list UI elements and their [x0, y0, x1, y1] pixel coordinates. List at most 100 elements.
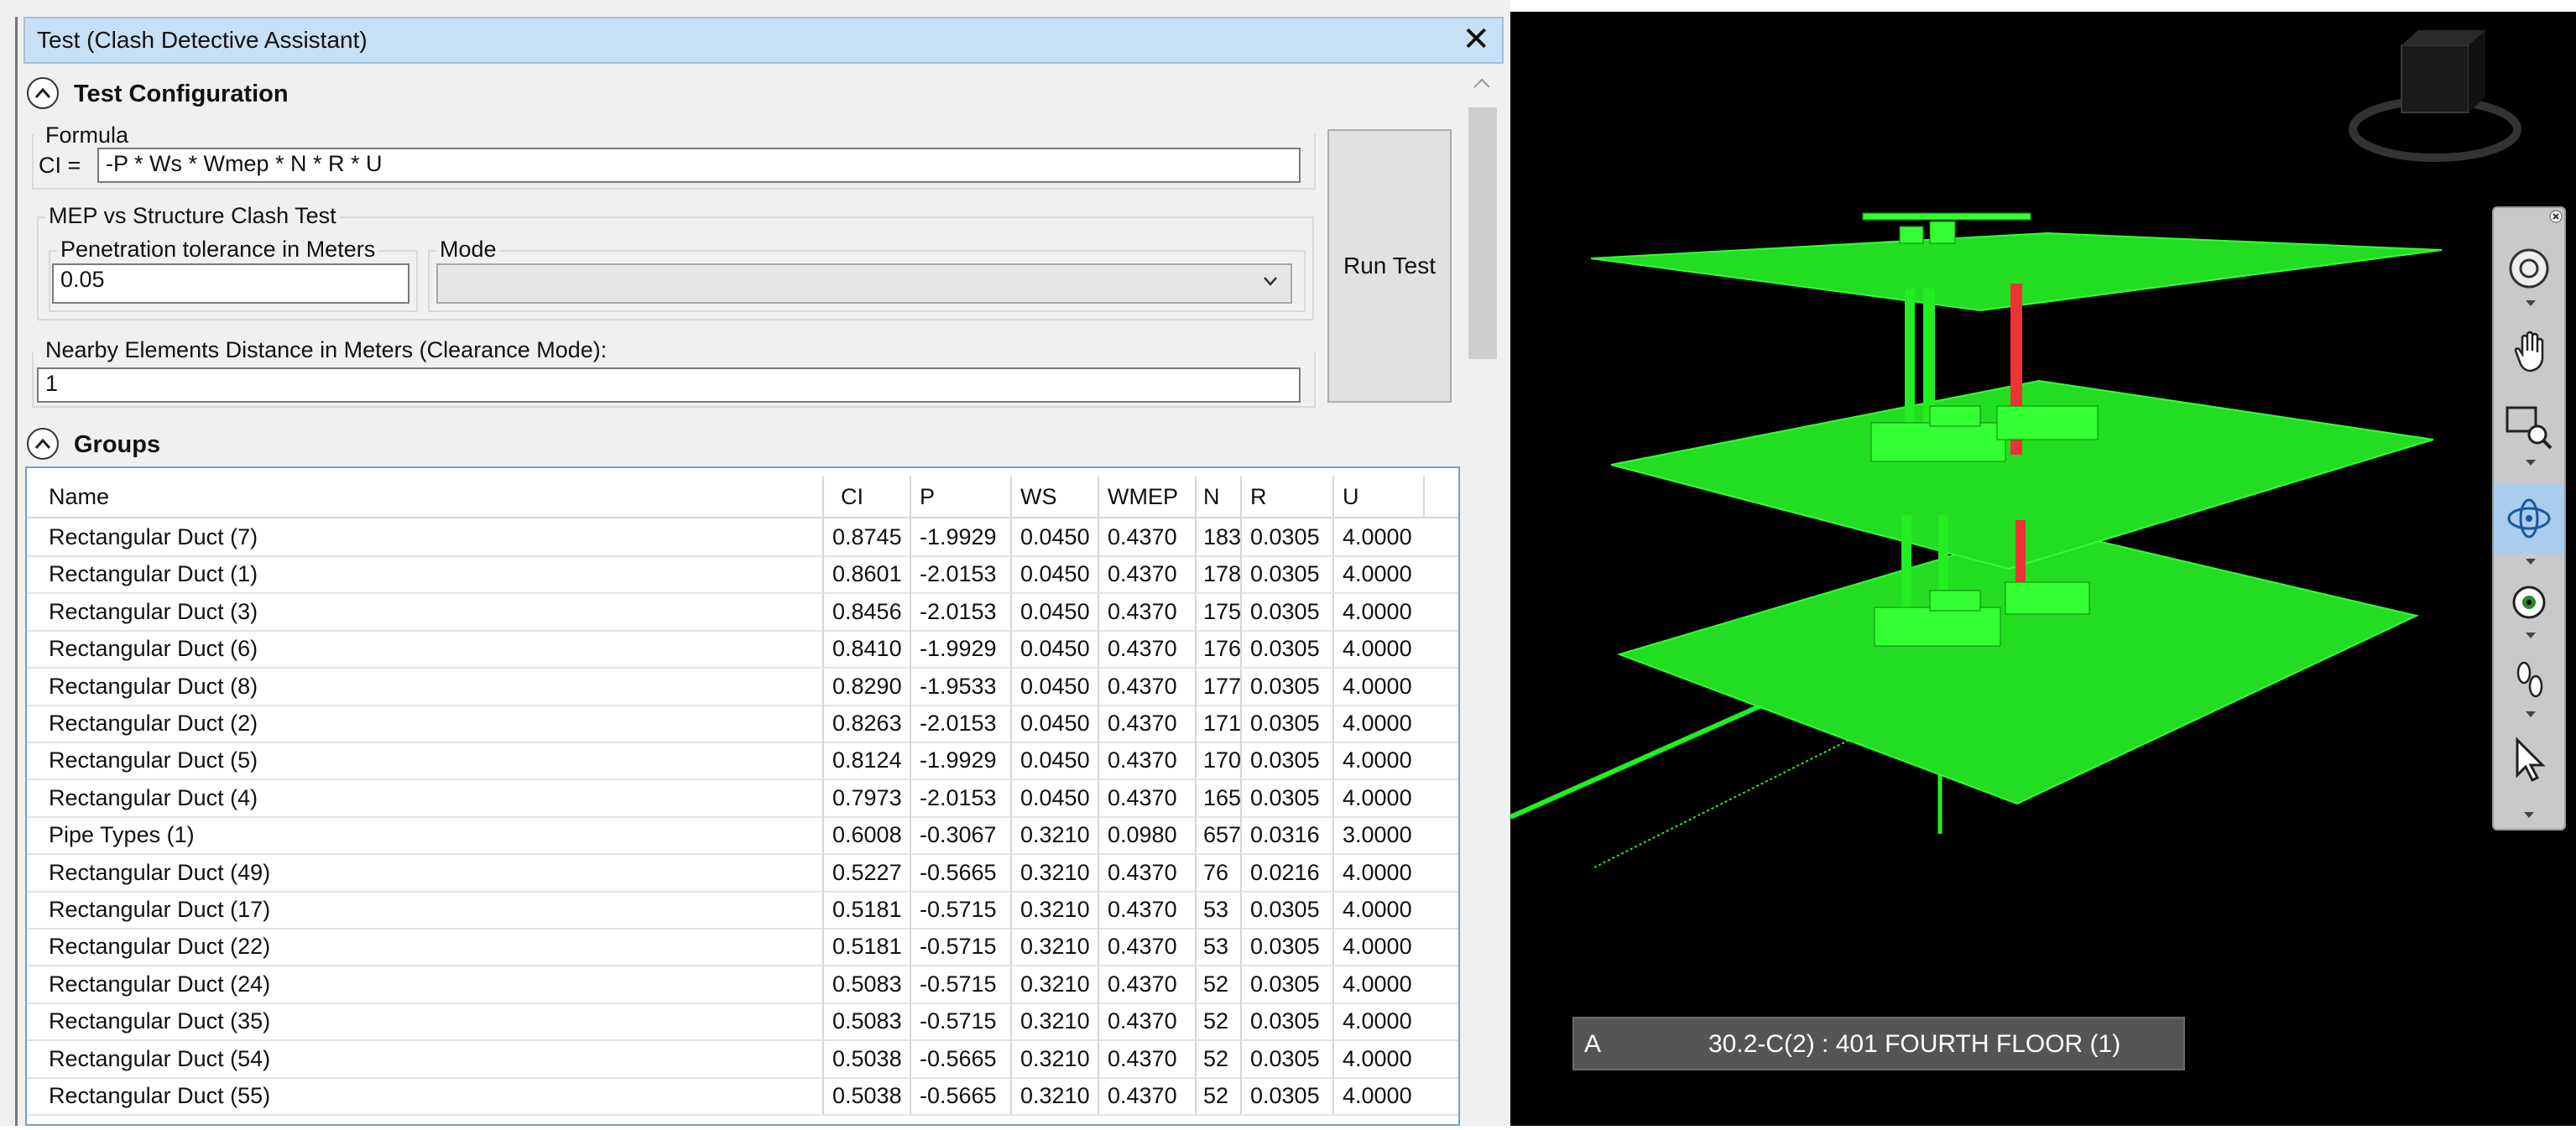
- cell-p: -1.9533: [911, 667, 1012, 705]
- cell-wmep: 0.4370: [1099, 518, 1197, 555]
- col-header-wmep[interactable]: WMEP: [1099, 476, 1197, 517]
- navigation-bar: [2492, 206, 2566, 831]
- table-row[interactable]: Rectangular Duct (22) 0.5181 -0.5715 0.3210…: [27, 928, 1458, 967]
- cell-wmep: 0.4370: [1099, 928, 1197, 966]
- table-row[interactable]: Rectangular Duct (5) 0.8124 -1.9929 0.0450 0…: [27, 742, 1458, 781]
- table-row[interactable]: Rectangular Duct (2) 0.8263 -2.0153 0.0450 0…: [27, 705, 1458, 743]
- tolerance-input[interactable]: 0.05: [52, 263, 409, 304]
- cell-p: -1.9929: [911, 518, 1012, 555]
- window-title: Test (Clash Detective Assistant): [37, 27, 368, 53]
- table-row[interactable]: Rectangular Duct (17) 0.5181 -0.5715 0.3210…: [27, 891, 1458, 930]
- cell-name: Rectangular Duct (4): [27, 779, 824, 816]
- cell-name: Rectangular Duct (55): [27, 1077, 824, 1114]
- window-titlebar: Test (Clash Detective Assistant) ✕: [23, 17, 1504, 64]
- col-header-n[interactable]: N: [1197, 476, 1242, 517]
- groups-header[interactable]: Groups: [27, 426, 279, 463]
- cell-p: -2.0153: [911, 555, 1012, 593]
- cell-r: 0.0305: [1242, 667, 1334, 705]
- orbit-tool-active[interactable]: [2494, 483, 2564, 554]
- cell-n: 52: [1197, 1039, 1242, 1077]
- orbit-icon[interactable]: [2502, 492, 2556, 545]
- cell-n: 171: [1197, 705, 1242, 742]
- cell-ci: 0.8745: [824, 518, 911, 555]
- scrollbar-thumb[interactable]: [1468, 107, 1497, 359]
- table-row[interactable]: Pipe Types (1) 0.6008 -0.3067 0.3210 0.0980 6…: [27, 816, 1458, 856]
- cell-p: -0.5715: [911, 891, 1012, 928]
- col-header-p[interactable]: P: [911, 476, 1012, 517]
- panel-scrollbar[interactable]: [1465, 70, 1499, 1126]
- chevron-down-icon[interactable]: [2526, 300, 2536, 306]
- table-row[interactable]: Rectangular Duct (1) 0.8601 -2.0153 0.0450 0…: [27, 555, 1458, 595]
- col-header-ws[interactable]: WS: [1012, 476, 1099, 517]
- cell-p: -0.5715: [911, 1002, 1012, 1040]
- test-config-header[interactable]: Test Configuration: [27, 76, 362, 112]
- select-icon[interactable]: [2502, 733, 2556, 787]
- zoom-window-icon[interactable]: [2502, 401, 2556, 455]
- cell-n: 177: [1197, 667, 1242, 705]
- cell-wmep: 0.4370: [1099, 1002, 1197, 1040]
- col-header-r[interactable]: R: [1242, 476, 1334, 517]
- cell-name: Rectangular Duct (49): [27, 853, 824, 891]
- cell-ws: 0.3210: [1012, 853, 1099, 891]
- col-header-ci[interactable]: CI: [824, 476, 911, 517]
- cell-u: 4.0000: [1343, 1083, 1412, 1108]
- table-row[interactable]: Rectangular Duct (8) 0.8290 -1.9533 0.0450 0…: [27, 667, 1458, 706]
- close-icon[interactable]: [2549, 210, 2563, 223]
- cell-wmep: 0.0980: [1099, 816, 1197, 854]
- cell-name: Rectangular Duct (35): [27, 1002, 824, 1040]
- cell-ws: 0.0450: [1012, 667, 1099, 705]
- cell-u: 4.0000: [1343, 524, 1412, 549]
- walk-icon[interactable]: [2502, 653, 2556, 706]
- cell-n: 175: [1197, 592, 1242, 630]
- cell-u: 4.0000: [1343, 673, 1412, 699]
- col-header-name[interactable]: Name: [27, 476, 824, 517]
- collapse-icon[interactable]: [27, 77, 59, 109]
- view-cube-icon[interactable]: [2349, 30, 2521, 162]
- groups-title: Groups: [74, 431, 161, 458]
- run-test-button[interactable]: Run Test: [1327, 129, 1452, 403]
- col-header-u[interactable]: U: [1334, 476, 1425, 517]
- look-icon[interactable]: [2502, 575, 2556, 629]
- chevron-down-icon[interactable]: [2526, 559, 2536, 565]
- chevron-down-icon[interactable]: [2526, 633, 2536, 638]
- table-row[interactable]: Rectangular Duct (6) 0.8410 -1.9929 0.0450 0…: [27, 630, 1458, 669]
- building-model[interactable]: [1509, 12, 2576, 1126]
- collapse-icon[interactable]: [27, 428, 59, 460]
- cell-name: Rectangular Duct (5): [27, 742, 824, 779]
- table-row[interactable]: Rectangular Duct (49) 0.5227 -0.5665 0.3210…: [27, 853, 1458, 893]
- steering-wheel-icon[interactable]: [2502, 242, 2556, 295]
- table-row[interactable]: Rectangular Duct (55) 0.5038 -0.5665 0.3210…: [27, 1077, 1458, 1116]
- table-row[interactable]: Rectangular Duct (54) 0.5038 -0.5665 0.3210…: [27, 1039, 1458, 1079]
- chevron-down-icon[interactable]: [2524, 812, 2534, 818]
- cell-name: Rectangular Duct (17): [27, 891, 824, 928]
- cell-ci: 0.5083: [824, 965, 911, 1002]
- table-row[interactable]: Rectangular Duct (3) 0.8456 -2.0153 0.0450 0…: [27, 592, 1458, 632]
- nearby-input[interactable]: 1: [37, 367, 1301, 403]
- 3d-viewport[interactable]: A 30.2-C(2) : 401 FOURTH FLOOR (1): [1509, 12, 2576, 1126]
- cell-u: 3.0000: [1343, 822, 1412, 848]
- formula-label: Formula: [45, 122, 129, 148]
- cell-n: 52: [1197, 1077, 1242, 1114]
- table-row[interactable]: Rectangular Duct (24) 0.5083 -0.5715 0.3210…: [27, 965, 1458, 1004]
- scroll-up-icon[interactable]: [1472, 77, 1492, 89]
- table-row[interactable]: Rectangular Duct (7) 0.8745 -1.9929 0.0450 0…: [27, 518, 1458, 557]
- panel-border: [15, 17, 18, 1126]
- formula-input[interactable]: -P * Ws * Wmep * N * R * U: [97, 148, 1301, 183]
- close-icon[interactable]: ✕: [1462, 20, 1490, 59]
- table-row[interactable]: Rectangular Duct (35) 0.5083 -0.5715 0.3210…: [27, 1002, 1458, 1042]
- groups-table[interactable]: Name CI P WS WMEP N R U Rectangular Duct…: [25, 466, 1460, 1126]
- chevron-down-icon[interactable]: [2526, 460, 2536, 466]
- cell-ci: 0.5083: [824, 1002, 911, 1040]
- mode-select[interactable]: [436, 263, 1292, 304]
- cell-p: -0.3067: [911, 816, 1012, 854]
- table-row[interactable]: Rectangular Duct (4) 0.7973 -2.0153 0.0450 0…: [27, 779, 1458, 818]
- cell-n: 178: [1197, 555, 1242, 593]
- cell-r: 0.0305: [1242, 630, 1334, 668]
- pan-icon[interactable]: [2502, 325, 2556, 379]
- cell-wmep: 0.4370: [1099, 592, 1197, 630]
- cell-r: 0.0305: [1242, 891, 1334, 928]
- status-letter: A: [1584, 1030, 1602, 1058]
- cell-name: Rectangular Duct (24): [27, 965, 824, 1002]
- cell-ws: 0.3210: [1012, 891, 1099, 928]
- chevron-down-icon[interactable]: [2526, 711, 2536, 717]
